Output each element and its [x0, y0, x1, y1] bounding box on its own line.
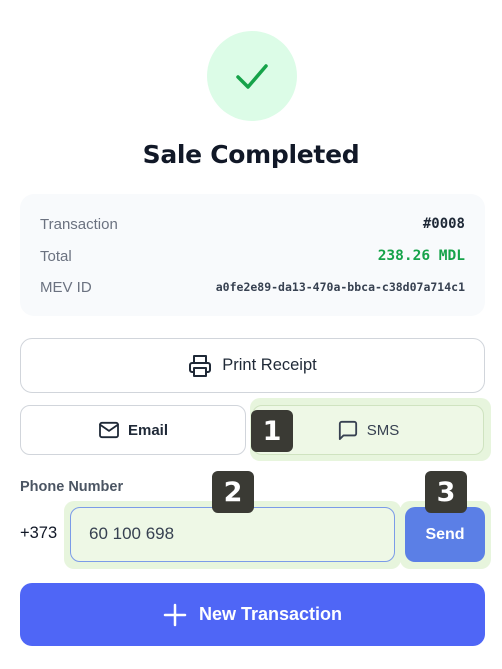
mev-id-value: a0fe2e89-da13-470a-bbca-c38d07a714c1	[215, 280, 465, 294]
mail-icon	[99, 421, 119, 439]
new-transaction-label: New Transaction	[198, 604, 343, 624]
sms-label: SMS	[366, 421, 400, 439]
summary-row-mev-id: MEV ID a0fe2e89-da13-470a-bbca-c38d07a71…	[40, 276, 465, 298]
printer-icon	[189, 354, 212, 377]
check-icon	[236, 64, 268, 89]
transaction-summary: Transaction #0008 Total 238.26 MDL MEV I…	[20, 194, 485, 316]
email-label: Email	[127, 421, 169, 439]
summary-label: Total	[40, 247, 72, 265]
summary-label: MEV ID	[40, 278, 92, 296]
annotation-badge-1: 1	[251, 410, 293, 452]
message-icon	[338, 420, 357, 440]
phone-number-input[interactable]: 60 100 698	[70, 507, 395, 562]
country-code: +373	[20, 524, 58, 542]
transaction-number: #0008	[422, 216, 465, 232]
print-receipt-button[interactable]: Print Receipt	[20, 338, 485, 393]
send-button[interactable]: Send	[405, 507, 485, 562]
email-button[interactable]: Email	[20, 405, 246, 455]
annotation-badge-3: 3	[425, 471, 467, 513]
annotation-badge-2: 2	[212, 471, 254, 513]
phone-number-label: Phone Number	[20, 479, 124, 495]
new-transaction-button[interactable]: New Transaction	[20, 583, 485, 646]
total-amount: 238.26 MDL	[377, 248, 465, 264]
summary-row-transaction: Transaction #0008	[40, 213, 465, 235]
summary-label: Transaction	[40, 215, 118, 233]
plus-icon	[163, 603, 187, 626]
page-title: Sale Completed	[142, 140, 360, 169]
summary-row-total: Total 238.26 MDL	[40, 245, 465, 267]
print-receipt-label: Print Receipt	[222, 356, 317, 374]
success-badge	[207, 31, 297, 121]
